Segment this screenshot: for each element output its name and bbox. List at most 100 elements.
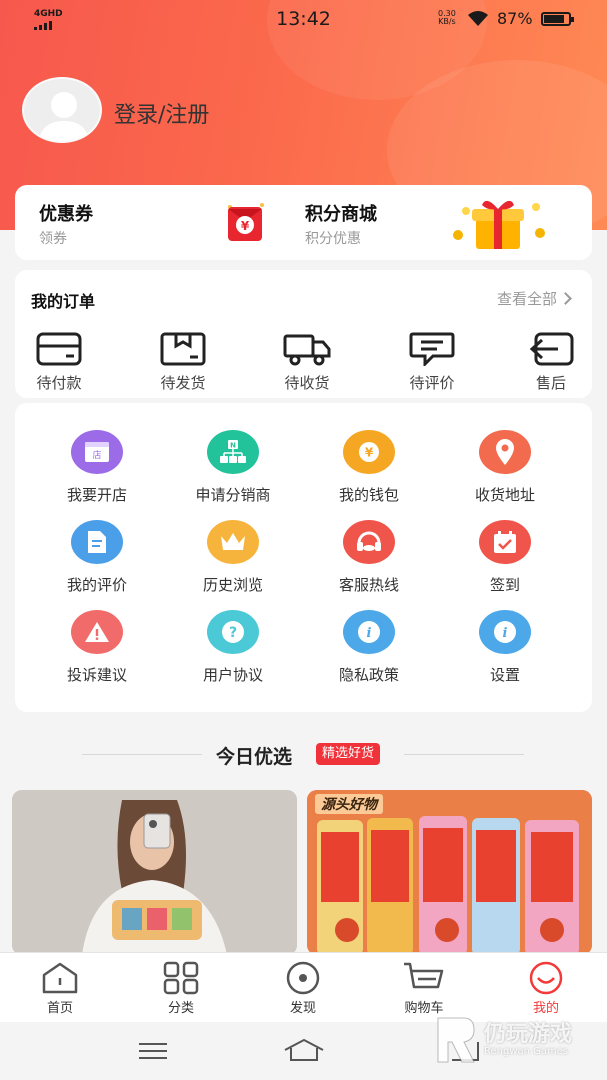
points-title: 积分商城: [305, 204, 377, 225]
featured-title: 今日优选: [216, 746, 293, 768]
view-all-orders-link[interactable]: 查看全部: [496, 288, 572, 309]
order-label: 待发货: [160, 374, 206, 392]
comment-icon: [409, 332, 455, 366]
settings-item[interactable]: i 设置: [437, 610, 573, 685]
orders-card: 我的订单 查看全部 待付款 待发货 待收货 待评价 售后: [15, 270, 592, 398]
coin-icon: ¥: [343, 430, 395, 474]
tab-discover[interactable]: 发现: [253, 961, 353, 1016]
crown-icon: [207, 520, 259, 564]
points-subtitle: 积分优惠: [305, 231, 361, 247]
orders-title: 我的订单: [31, 292, 96, 311]
chevron-right-icon: [559, 292, 572, 305]
gift-box-icon: [453, 200, 545, 249]
svg-text:N: N: [230, 442, 236, 450]
tab-label: 首页: [46, 1001, 73, 1016]
customer-hotline-item[interactable]: 客服热线: [301, 520, 437, 595]
shipping-address-item[interactable]: 收货地址: [437, 430, 573, 505]
battery-percent: 87%: [497, 9, 533, 28]
complaint-suggestion-item[interactable]: 投诉建议: [29, 610, 165, 685]
wifi-icon: [468, 11, 488, 26]
service-label: 历史浏览: [202, 576, 263, 594]
open-shop-item[interactable]: 店 我要开店: [29, 430, 165, 505]
service-label: 客服热线: [338, 576, 399, 594]
service-label: 收货地址: [474, 486, 535, 504]
info-icon: i: [479, 610, 531, 654]
svg-text:¥: ¥: [241, 219, 250, 233]
question-icon: ?: [207, 610, 259, 654]
order-pending-receipt[interactable]: 待收货: [267, 332, 347, 393]
featured-badge: 精选好货: [316, 743, 381, 765]
tab-label: 分类: [167, 1001, 194, 1016]
calendar-icon: [479, 520, 531, 564]
return-icon: [529, 332, 574, 366]
order-label: 待付款: [36, 374, 82, 392]
service-label: 投诉建议: [66, 666, 127, 684]
order-pending-review[interactable]: 待评价: [392, 332, 472, 393]
home-nav-icon[interactable]: [283, 1038, 325, 1062]
location-icon: [479, 430, 531, 474]
svg-text:i: i: [367, 626, 372, 641]
order-label: 待评价: [409, 374, 455, 392]
order-pending-shipment[interactable]: 待发货: [143, 332, 223, 393]
service-label: 申请分销商: [195, 486, 271, 504]
svg-text:¥: ¥: [365, 446, 374, 460]
product-card[interactable]: 源头好物: [307, 790, 592, 955]
menu-icon[interactable]: [138, 1042, 168, 1060]
shop-icon: 店: [71, 430, 123, 474]
coupon-subtitle: 领券: [39, 231, 67, 247]
service-label: 我的钱包: [338, 486, 399, 504]
red-envelope-icon: ¥: [228, 203, 264, 241]
wallet-icon: [36, 332, 82, 366]
service-label: 我要开店: [66, 486, 127, 504]
svg-text:?: ?: [229, 625, 237, 641]
tab-home[interactable]: 首页: [10, 961, 110, 1016]
product-tag: 源头好物: [315, 794, 383, 814]
browse-history-item[interactable]: 历史浏览: [165, 520, 301, 595]
product-card[interactable]: [12, 790, 297, 955]
my-wallet-item[interactable]: ¥ 我的钱包: [301, 430, 437, 505]
divider: [404, 754, 524, 755]
my-reviews-item[interactable]: 我的评价: [29, 520, 165, 595]
tab-profile[interactable]: 我的: [496, 961, 596, 1016]
view-all-label: 查看全部: [496, 290, 557, 308]
headset-icon: [343, 520, 395, 564]
promo-card: 优惠券 领券 ¥ 积分商城 积分优惠: [15, 185, 592, 260]
avatar[interactable]: [22, 77, 102, 143]
service-label: 我的评价: [66, 576, 127, 594]
privacy-policy-item[interactable]: i 隐私政策: [301, 610, 437, 685]
svg-text:店: 店: [92, 449, 101, 461]
check-in-item[interactable]: 签到: [437, 520, 573, 595]
document-icon: [71, 520, 123, 564]
status-bar: 4GHD 13:42 0.30 KB/s 87%: [0, 0, 607, 40]
warning-icon: [71, 610, 123, 654]
apply-distributor-item[interactable]: N 申请分销商: [165, 430, 301, 505]
network-icon: N: [207, 430, 259, 474]
watermark-logo-icon: [437, 1017, 475, 1063]
user-agreement-item[interactable]: ? 用户协议: [165, 610, 301, 685]
login-register-link[interactable]: 登录/注册: [114, 97, 209, 129]
order-pending-payment[interactable]: 待付款: [19, 332, 99, 393]
profile-icon: [529, 961, 563, 995]
home-icon: [42, 962, 78, 994]
svg-text:i: i: [503, 626, 508, 641]
order-label: 售后: [535, 374, 566, 392]
order-label: 待收货: [284, 374, 330, 392]
watermark: 仍玩游戏 Rengwan Games: [432, 1010, 602, 1070]
order-after-sales[interactable]: 售后: [511, 332, 591, 393]
divider: [82, 754, 202, 755]
service-label: 用户协议: [202, 666, 263, 684]
service-label: 设置: [489, 666, 520, 684]
tab-cart[interactable]: 购物车: [374, 961, 474, 1016]
discover-icon: [286, 961, 320, 995]
tab-category[interactable]: 分类: [131, 961, 231, 1016]
service-label: 隐私政策: [338, 666, 399, 684]
network-speed: 0.30 KB/s: [438, 10, 456, 26]
service-label: 签到: [489, 576, 520, 594]
info-icon: i: [343, 610, 395, 654]
cart-icon: [404, 962, 444, 989]
tab-label: 发现: [289, 1001, 316, 1016]
box-icon: [160, 332, 206, 366]
speed-unit: KB/s: [438, 17, 456, 26]
watermark-text: 仍玩游戏: [484, 1022, 573, 1047]
featured-section-header: 今日优选 精选好货: [0, 740, 607, 770]
